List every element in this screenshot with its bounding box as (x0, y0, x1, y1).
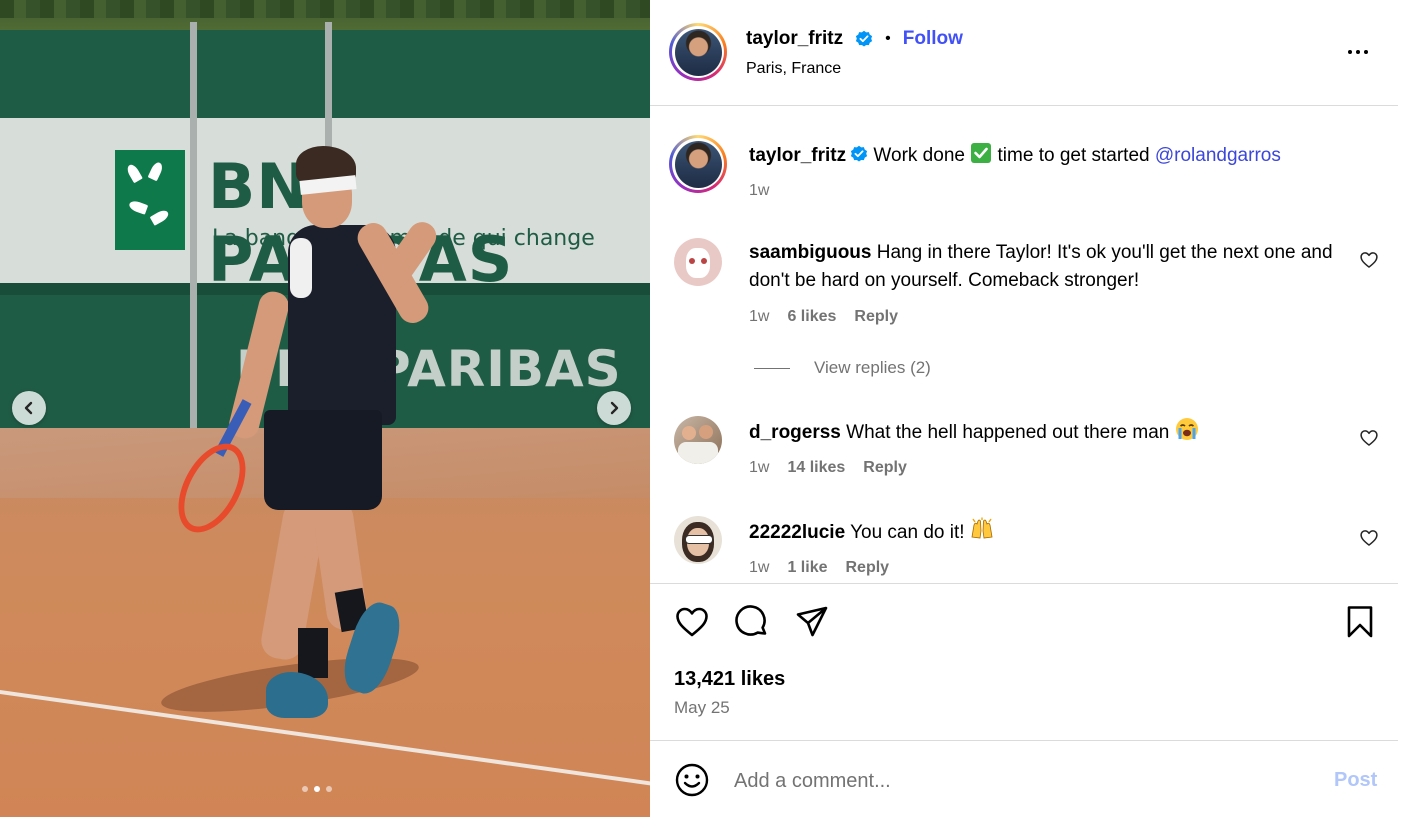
post-caption: taylor_fritz Work done time to get start… (749, 142, 1369, 170)
caption-mention-link[interactable]: @rolandgarros (1155, 145, 1281, 166)
comment-meta: 1w 1 like Reply (749, 559, 889, 577)
avatar-photo (674, 140, 722, 188)
share-icon[interactable] (794, 604, 830, 640)
comment-body: saambiguous Hang in there Taylor! It's o… (749, 239, 1339, 295)
comment-likes[interactable]: 1 like (787, 559, 827, 577)
post-actions: 13,421 likes May 25 (650, 583, 1398, 742)
commenter-avatar[interactable] (674, 238, 722, 286)
emoji-icon[interactable] (674, 762, 710, 798)
post-media: BNP PARIBAS La banque d'un monde qui cha… (0, 0, 650, 817)
post-date[interactable]: May 25 (674, 698, 730, 718)
player-sleeve (290, 238, 312, 298)
player-sock (298, 628, 328, 678)
player-shorts (264, 410, 382, 510)
author-username[interactable]: taylor_fritz (746, 28, 843, 50)
heart-icon[interactable] (674, 604, 710, 640)
comment-username[interactable]: 22222lucie (749, 522, 845, 543)
post-location[interactable]: Paris, France (746, 60, 841, 78)
verified-badge-icon (851, 145, 868, 162)
raising-hands-emoji-icon (971, 517, 993, 539)
commenter-avatar[interactable] (674, 516, 722, 564)
separator-dot: • (885, 30, 891, 47)
fence-pole (190, 22, 197, 442)
bnp-logo (115, 150, 185, 250)
tree-line (0, 0, 650, 18)
view-replies-button[interactable]: View replies (2) (754, 358, 931, 378)
caption-author-avatar[interactable] (669, 135, 727, 193)
loudly-crying-face-emoji-icon (1175, 418, 1198, 440)
check-mark-emoji-icon (971, 143, 992, 163)
verified-badge-icon (856, 30, 873, 47)
slide-dot (302, 786, 308, 792)
caption-timestamp[interactable]: 1w (749, 182, 769, 200)
caption-text: Work done (873, 145, 965, 166)
comment-timestamp[interactable]: 1w (749, 459, 769, 477)
view-replies-label: View replies (2) (814, 358, 931, 377)
comments-section[interactable]: taylor_fritz Work done time to get start… (650, 106, 1398, 583)
comment-likes[interactable]: 6 likes (787, 308, 836, 326)
commenter-avatar[interactable] (674, 416, 722, 464)
comment-text: You can do it! (850, 522, 965, 543)
post-comment-button[interactable]: Post (1334, 769, 1377, 792)
comment-timestamp[interactable]: 1w (749, 308, 769, 326)
bookmark-icon[interactable] (1342, 604, 1378, 640)
comment-like-heart-icon[interactable] (1359, 250, 1379, 270)
comment-input[interactable] (732, 763, 1296, 799)
comment-body: 22222lucie You can do it! (749, 517, 1339, 547)
previous-slide-button[interactable] (12, 391, 46, 425)
comment-likes[interactable]: 14 likes (787, 459, 845, 477)
comment-meta: 1w 14 likes Reply (749, 459, 907, 477)
comment-reply-button[interactable]: Reply (863, 459, 907, 477)
slide-dot (326, 786, 332, 792)
comment-username[interactable]: d_rogerss (749, 422, 841, 443)
follow-button[interactable]: Follow (903, 28, 963, 50)
chevron-right-icon (610, 401, 619, 415)
comment-icon[interactable] (734, 604, 770, 640)
replies-divider-line (754, 367, 790, 369)
slide-indicator (302, 786, 332, 792)
comment-reply-button[interactable]: Reply (845, 559, 889, 577)
likes-count[interactable]: 13,421 likes (674, 668, 785, 691)
more-options-icon[interactable] (1343, 42, 1373, 62)
caption-meta: 1w (749, 182, 769, 200)
caption-text-continued: time to get started (997, 145, 1150, 166)
avatar-photo (674, 28, 722, 76)
comment-meta: 1w 6 likes Reply (749, 308, 898, 326)
next-slide-button[interactable] (597, 391, 631, 425)
comment-like-heart-icon[interactable] (1359, 428, 1379, 448)
author-avatar[interactable] (669, 23, 727, 81)
caption-username[interactable]: taylor_fritz (749, 145, 846, 166)
comment-timestamp[interactable]: 1w (749, 559, 769, 577)
slide-dot-active (314, 786, 320, 792)
comment-reply-button[interactable]: Reply (854, 308, 898, 326)
post-details-panel: taylor_fritz • Follow Paris, France tayl… (650, 0, 1398, 817)
comment-like-heart-icon[interactable] (1359, 528, 1379, 548)
comment-composer: Post (650, 740, 1398, 818)
post-header: taylor_fritz • Follow Paris, France (650, 0, 1398, 106)
comment-username[interactable]: saambiguous (749, 242, 871, 263)
comment-text: What the hell happened out there man (846, 422, 1170, 443)
chevron-left-icon (24, 401, 33, 415)
comment-body: d_rogerss What the hell happened out the… (749, 417, 1339, 447)
